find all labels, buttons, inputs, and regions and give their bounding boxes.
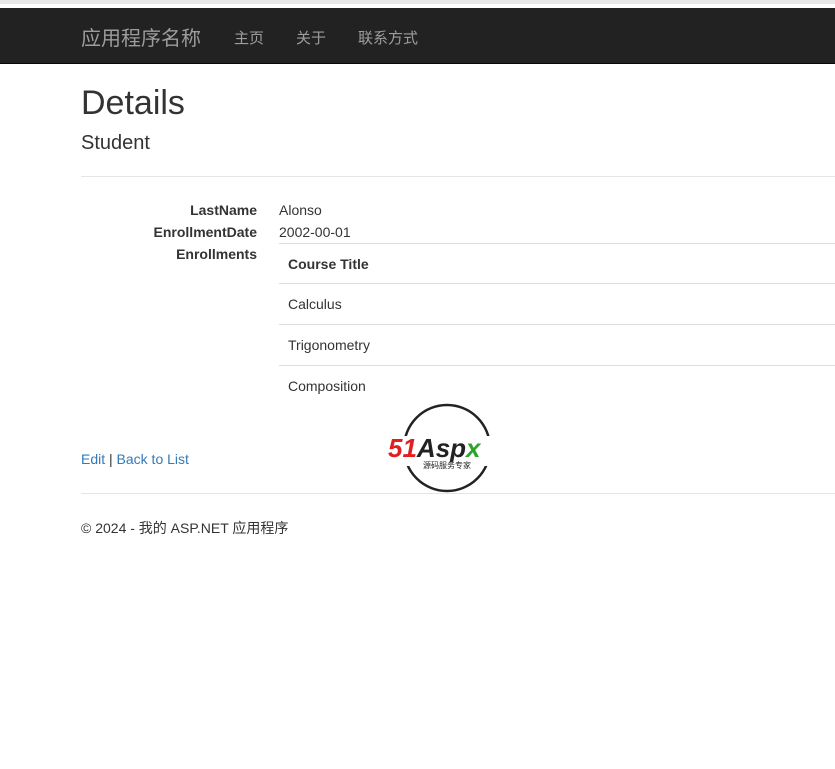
page-title: Details: [81, 84, 185, 122]
enrollments-table: Course Title Calculus Trigonometry Compo…: [279, 243, 835, 407]
page-subtitle: Student: [81, 132, 150, 154]
action-links: Edit | Back to List: [81, 451, 189, 467]
navbar-links: 主页 关于 联系方式: [234, 27, 418, 48]
navbar: 应用程序名称 主页 关于 联系方式: [0, 8, 835, 64]
table-row: Trigonometry: [279, 325, 835, 366]
nav-link-contact[interactable]: 联系方式: [358, 27, 418, 48]
link-separator: |: [109, 451, 113, 467]
watermark-logo: 51Aspx 源码服务专家: [386, 403, 512, 493]
footer-divider: [81, 493, 835, 494]
table-header-course-title: Course Title: [279, 244, 835, 284]
table-row: Calculus: [279, 284, 835, 325]
navbar-brand[interactable]: 应用程序名称: [81, 22, 201, 51]
edit-link[interactable]: Edit: [81, 451, 105, 467]
logo-text: 51Aspx: [388, 433, 482, 463]
lastname-label: LastName: [190, 202, 257, 218]
logo-subtext: 源码服务专家: [423, 460, 471, 470]
enrollmentdate-value: 2002-00-01: [279, 224, 351, 240]
footer-text: © 2024 - 我的 ASP.NET 应用程序: [81, 520, 289, 536]
lastname-value: Alonso: [279, 202, 322, 218]
enrollmentdate-label: EnrollmentDate: [153, 224, 257, 240]
table-row: Composition: [288, 378, 366, 394]
back-to-list-link[interactable]: Back to List: [117, 451, 189, 467]
divider: [81, 176, 835, 177]
nav-link-home[interactable]: 主页: [234, 27, 264, 48]
top-strip: [0, 0, 835, 4]
nav-link-about[interactable]: 关于: [296, 27, 326, 48]
enrollments-label: Enrollments: [176, 246, 257, 262]
